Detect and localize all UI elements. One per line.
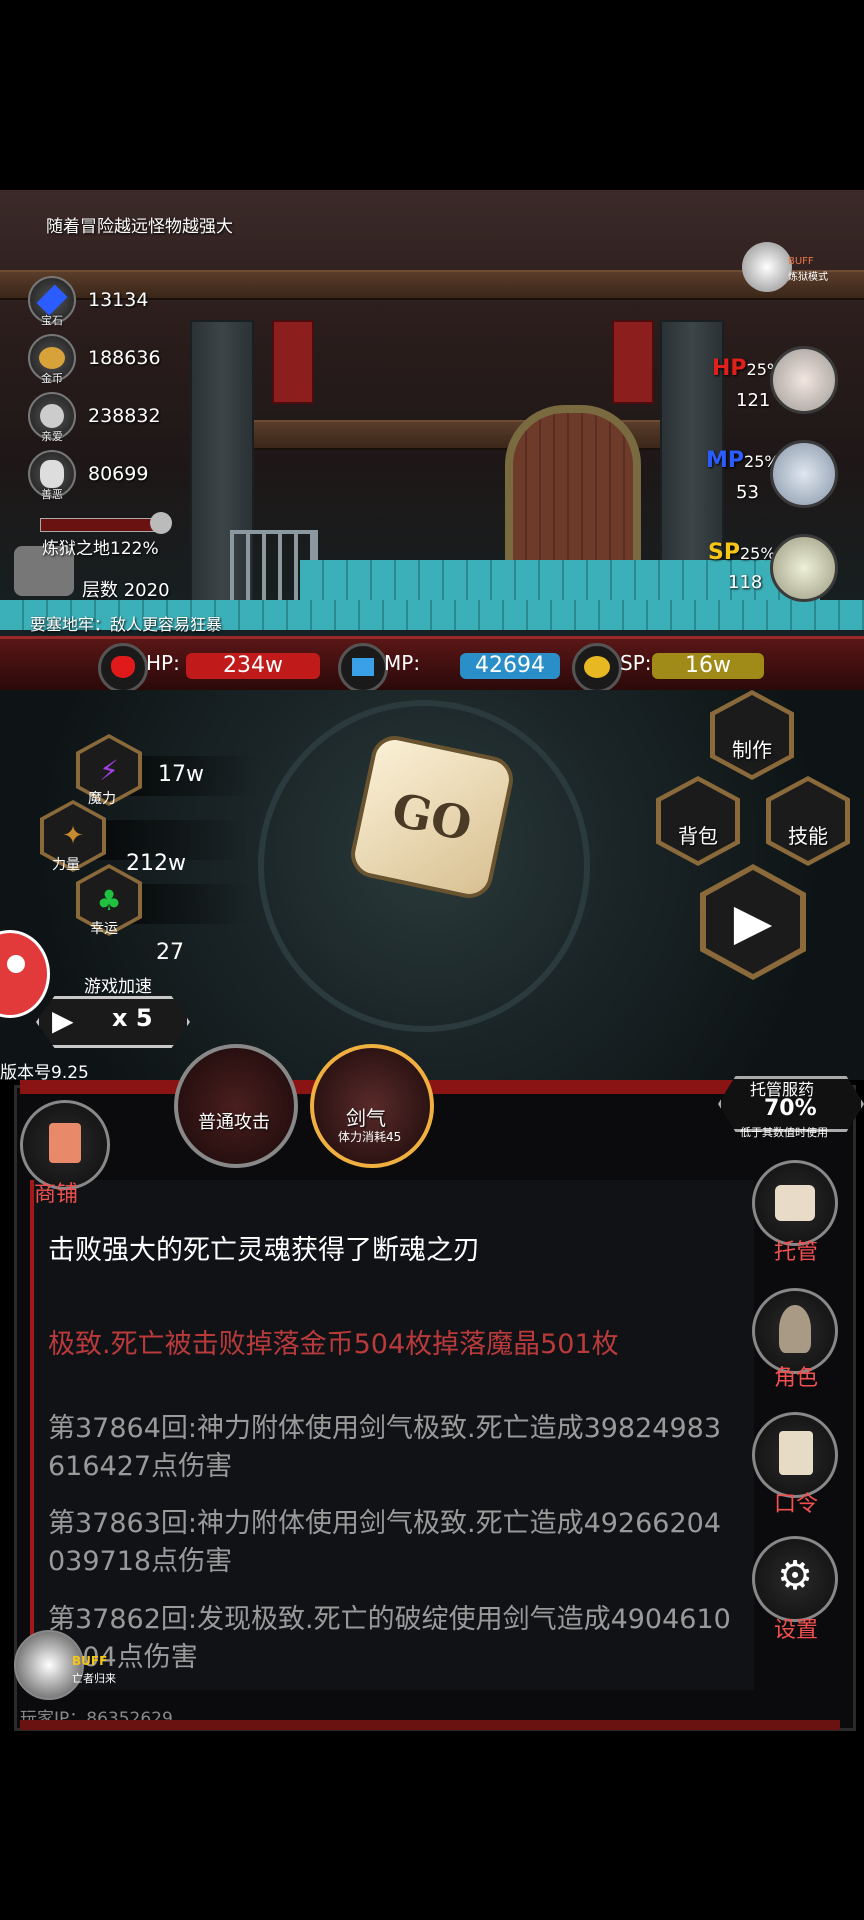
settings-button[interactable]: ⚙ (752, 1536, 838, 1622)
log-line: 击败强大的死亡灵魂获得了断魂之刃 (48, 1235, 480, 1266)
sword-qi-button[interactable]: 剑气 体力消耗45 (310, 1044, 434, 1168)
gem-value: 13134 (88, 289, 149, 311)
log-line: 极致.死亡被击败掉落金币504枚掉落魔晶501枚 (48, 1329, 619, 1360)
coin-icon: 金币 (28, 334, 76, 385)
strength-tag: 力量 (52, 857, 80, 873)
basic-attack-button[interactable]: 普通攻击 (174, 1044, 298, 1168)
top-banner-text: 随着冒险越远怪物越强大 (46, 217, 233, 237)
speed-value: x 5 (112, 1004, 153, 1032)
character-label: 角色 (773, 1366, 818, 1391)
sword-qi-label: 剑气 (346, 1106, 386, 1130)
mp-potion-icon[interactable] (770, 440, 838, 508)
luck-tag: 幸运 (90, 921, 118, 937)
heart-icon (98, 643, 148, 693)
mp-bottle-icon (338, 643, 388, 693)
user-icon (7, 955, 25, 973)
log-line: 第37863回:神力附体使用剑气极致.死亡造成49266204039718点伤害 (48, 1508, 721, 1577)
red-banner (612, 320, 654, 404)
dice-icon (775, 1185, 815, 1221)
magic-tag: 魔力 (88, 791, 116, 807)
scroll-icon (779, 1431, 813, 1475)
auto-potion-hint: 低于其数值时使用 (740, 1126, 828, 1139)
mask-value: 80699 (88, 463, 149, 485)
go-dice-label: GO (387, 782, 477, 852)
gear-icon: ⚙ (777, 1553, 813, 1599)
clover-icon: ♣ (96, 883, 122, 917)
log-line: 第37864回:神力附体使用剑气极致.死亡造成39824983616427点伤害 (48, 1413, 721, 1482)
resource-skull: 亲爱 238832 (28, 392, 161, 443)
muscle-icon (572, 643, 622, 693)
basic-attack-label: 普通攻击 (198, 1112, 270, 1133)
mp-potion-label: MP25% (706, 448, 780, 473)
sp-bar: 16w (652, 653, 764, 679)
sp-potion-count: 118 (728, 572, 763, 593)
boss-skull-icon (150, 512, 172, 534)
magic-icon: ⚡ (99, 753, 119, 787)
buff-label: BUFF (72, 1654, 108, 1668)
skull-icon: 亲爱 (28, 392, 76, 443)
sp-bar-label: SP: (620, 651, 652, 675)
speed-title: 游戏加速 (84, 977, 152, 997)
sword-qi-cost: 体力消耗45 (338, 1130, 402, 1144)
gem-icon: 宝石 (28, 276, 76, 327)
resource-bar-strip: HP: 234w MP: 42694 SP: 16w (0, 636, 864, 694)
play-icon: ▶ (52, 1004, 74, 1037)
skills-label: 技能 (788, 824, 828, 848)
mp-bar: 42694 (460, 653, 560, 679)
floor-count: 层数 2020 (82, 580, 170, 601)
red-banner (272, 320, 314, 404)
hp-potion-count: 121 (736, 390, 771, 411)
mp-potion-count: 53 (736, 482, 759, 503)
strength-icon: ✦ (62, 821, 84, 851)
coin-value: 188636 (88, 347, 161, 369)
mask-icon: 善恶 (28, 450, 76, 501)
mp-bar-label: MP: (384, 651, 421, 675)
zone-effect: 要塞地牢：敌人更容易狂暴 (30, 615, 223, 634)
zone-name: 炼狱之地122% (42, 539, 159, 559)
skull-value: 238832 (88, 405, 161, 427)
shop-icon (49, 1123, 81, 1163)
go-dice-button[interactable]: GO (346, 731, 518, 903)
craft-label: 制作 (732, 738, 772, 762)
code-label: 口令 (773, 1492, 818, 1517)
buff-mode-label: 炼狱模式 (788, 272, 828, 283)
buff-badge-top[interactable]: BUFF 炼狱模式 (742, 240, 832, 300)
hp-potion-icon[interactable] (770, 346, 838, 414)
sp-potion-label: SP25% (708, 540, 776, 565)
hp-bar-label: HP: (146, 651, 180, 675)
backpack-label: 背包 (678, 824, 718, 848)
resource-gem: 宝石 13134 (28, 276, 149, 327)
settings-label: 设置 (773, 1618, 818, 1643)
resource-mask: 善恶 80699 (28, 450, 149, 501)
auto-potion-value: 70% (764, 1096, 817, 1121)
resource-coin: 金币 188636 (28, 334, 161, 385)
zone-progress-bar (40, 518, 162, 532)
hooded-figure-icon (779, 1305, 811, 1353)
hp-bar: 234w (186, 653, 320, 679)
shop-label: 商铺 (34, 1182, 79, 1207)
buff-label: BUFF (788, 256, 814, 267)
auto-label: 托管 (773, 1240, 818, 1265)
sp-potion-icon[interactable] (770, 534, 838, 602)
buff-name: 亡者归来 (72, 1672, 116, 1685)
red-divider (20, 1720, 840, 1730)
play-icon: ▶ (733, 893, 773, 951)
log-line: 第37862回:发现极致.死亡的破绽使用剑气造成49046109504点伤害 (48, 1604, 731, 1673)
dragon-icon (742, 242, 792, 292)
